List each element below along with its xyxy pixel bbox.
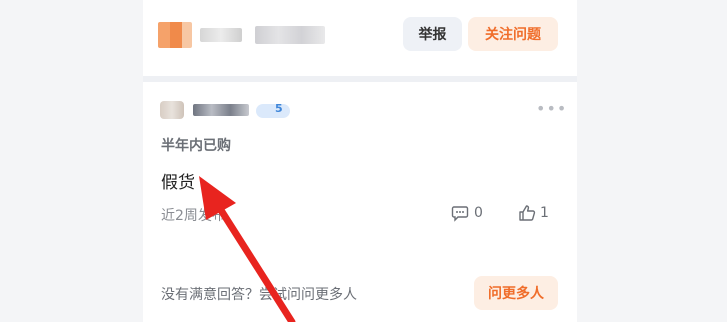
annotation-arrow [199,176,296,322]
